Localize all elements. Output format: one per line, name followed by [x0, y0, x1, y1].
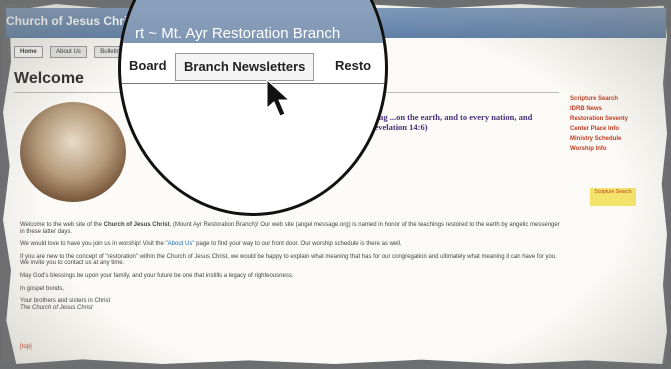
magnified-divider [121, 83, 385, 84]
text: We would love to have you join us in wor… [20, 241, 166, 248]
sidebar-link-scripture-search[interactable]: Scripture Search [570, 96, 662, 102]
signature-church: The Church of Jesus Christ [20, 304, 93, 311]
tab-bulletin-board[interactable]: Board [129, 53, 167, 79]
welcome-body: Welcome to the web site of the Church of… [20, 222, 565, 317]
paragraph-visit: We would love to have you join us in wor… [20, 241, 565, 248]
nav-home[interactable]: Home [14, 46, 43, 58]
paragraph-bonds: In gospel bonds, [20, 285, 65, 292]
sidebar-link-ministry-schedule[interactable]: Ministry Schedule [570, 136, 662, 142]
nav-about-us[interactable]: About Us [50, 46, 87, 58]
tab-restoration[interactable]: Resto [335, 53, 371, 79]
tab-branch-newsletters[interactable]: Branch Newsletters [175, 53, 315, 81]
page-title: Welcome [14, 70, 84, 87]
angel-statue-image [20, 102, 126, 202]
text: Your brothers and sisters in Christ [20, 298, 111, 305]
paragraph-restoration: If you are new to the concept of "restor… [20, 253, 557, 267]
paragraph-blessing: May God's blessings be upon your family,… [20, 272, 294, 279]
magnified-site-title: rt ~ Mt. Ayr Restoration Branch [135, 25, 341, 42]
text: Welcome to the web site of the [20, 222, 104, 228]
top-link[interactable]: [top] [20, 344, 32, 350]
paragraph-intro: Welcome to the web site of the Church of… [20, 222, 565, 235]
sidebar-link-worship-info[interactable]: Worship Info [570, 146, 662, 152]
sidebar: Scripture Search IDRB News Restoration S… [570, 96, 662, 156]
church-name: Church of Jesus Christ [103, 222, 170, 228]
site-title[interactable]: Church of Jesus Christ [6, 14, 138, 28]
sidebar-link-center-place-info[interactable]: Center Place Info [570, 126, 662, 132]
scripture-search-badge[interactable]: Scripture Search [590, 188, 636, 206]
paragraph-signature: Your brothers and sisters in Christ The C… [20, 298, 565, 311]
text: page to find your way to our front door.… [194, 241, 402, 248]
mouse-pointer-icon [266, 78, 291, 117]
about-us-link[interactable]: "About Us" [166, 241, 195, 247]
sidebar-link-restoration-seventy[interactable]: Restoration Seventy [570, 116, 662, 122]
sidebar-link-idrb-news[interactable]: IDRB News [570, 106, 662, 112]
